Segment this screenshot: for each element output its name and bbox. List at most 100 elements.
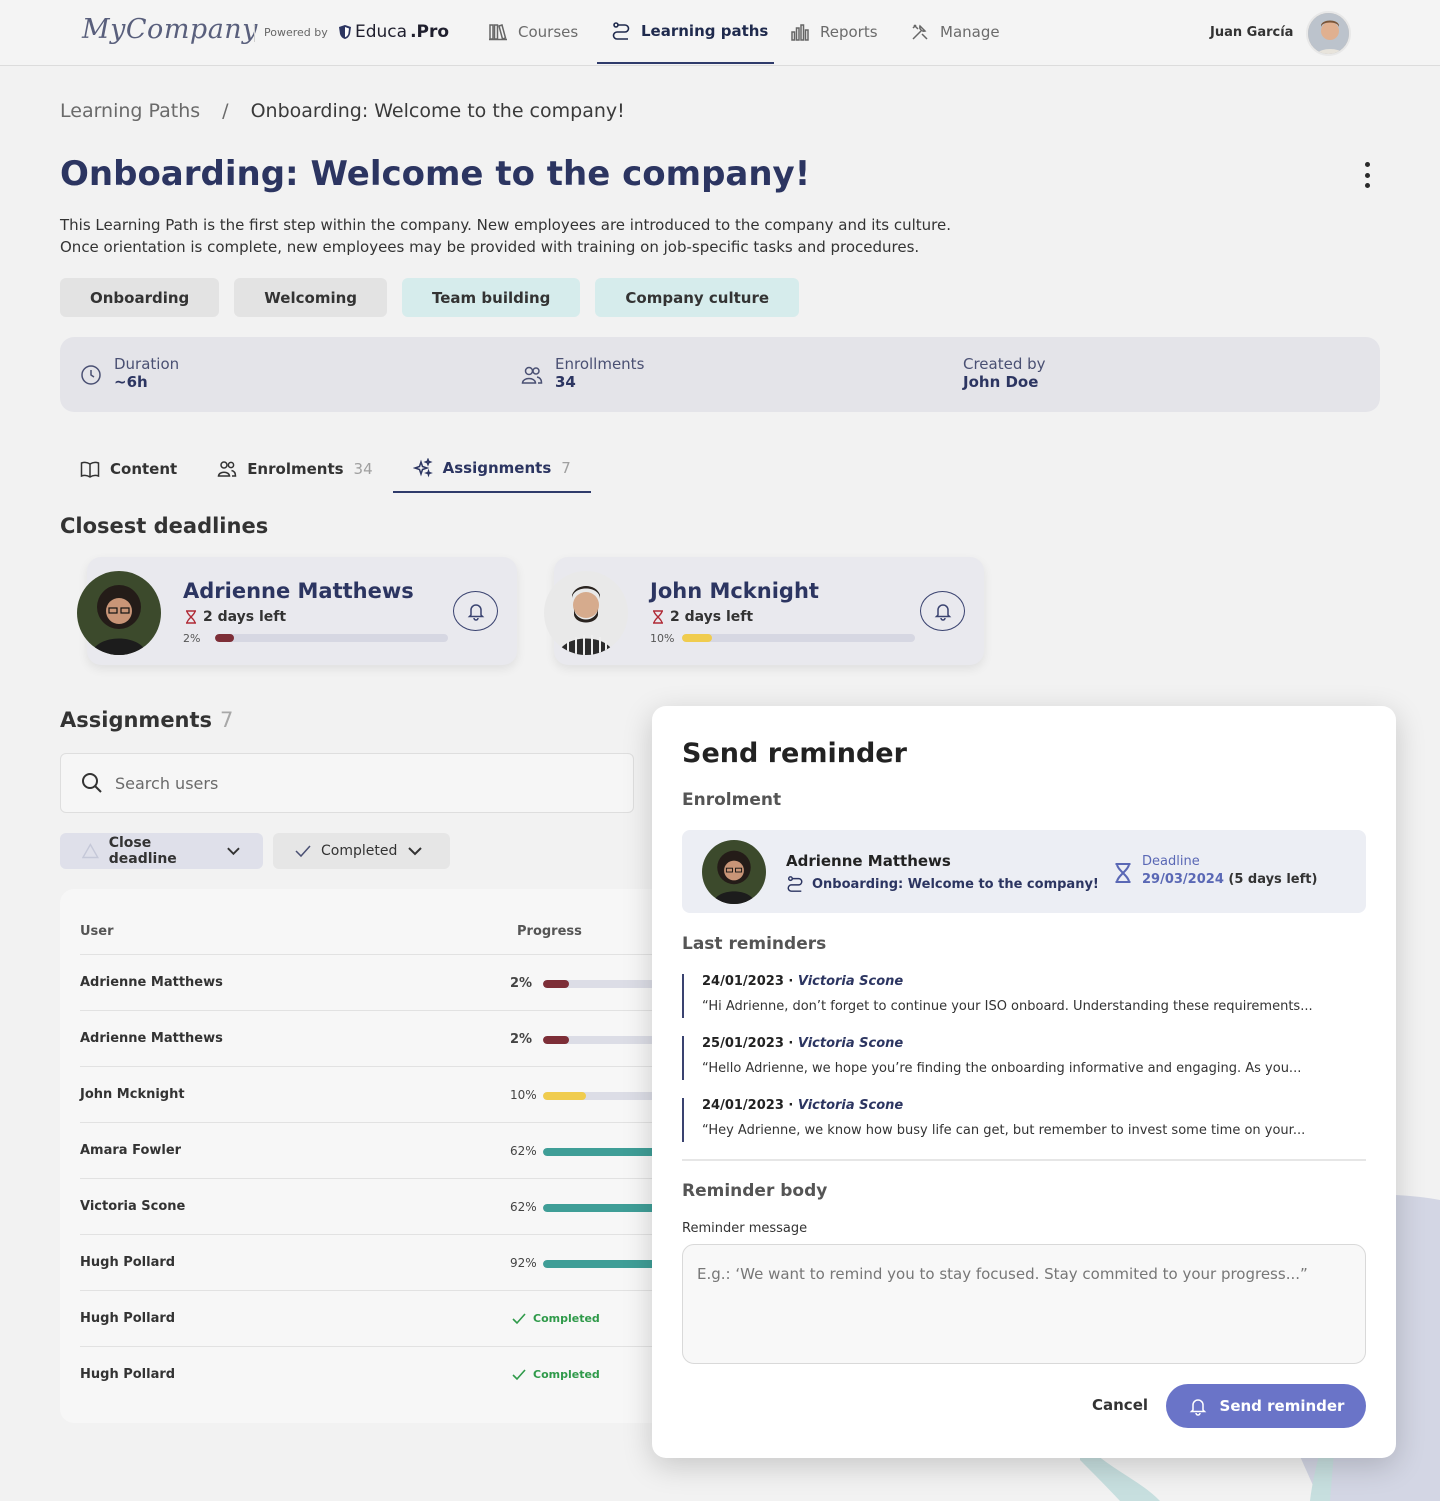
company-logo[interactable]: MyCompany bbox=[82, 14, 258, 45]
page-description: This Learning Path is the first step wit… bbox=[60, 214, 1040, 258]
hourglass-icon bbox=[653, 610, 663, 624]
filter-close-deadline[interactable]: Close deadline bbox=[60, 833, 263, 869]
enrolment-path: Onboarding: Welcome to the company! bbox=[786, 875, 1099, 893]
row-progress-percent: 62% bbox=[510, 1200, 537, 1214]
table-row[interactable]: Hugh Pollard 92% bbox=[80, 1234, 703, 1290]
check-icon bbox=[512, 1368, 526, 1380]
reminder-item: 25/01/2023 · Victoria Scone “Hello Adrie… bbox=[682, 1036, 1366, 1080]
send-reminder-button[interactable] bbox=[920, 591, 965, 631]
filter-completed-label: Completed bbox=[321, 843, 398, 859]
table-row[interactable]: Victoria Scone 62% bbox=[80, 1178, 703, 1234]
last-reminders-title: Last reminders bbox=[682, 934, 827, 954]
tab-assignments[interactable]: Assignments 7 bbox=[392, 445, 591, 493]
nav-reports[interactable]: Reports bbox=[790, 0, 878, 64]
row-user-name: Hugh Pollard bbox=[80, 1311, 176, 1326]
chevron-down-icon bbox=[408, 847, 423, 856]
nav-learning-paths-label: Learning paths bbox=[641, 22, 769, 40]
tag-company-culture[interactable]: Company culture bbox=[595, 278, 800, 317]
reminder-author: Victoria Scone bbox=[797, 1036, 904, 1051]
reminder-item: 24/01/2023 · Victoria Scone “Hey Adrienn… bbox=[682, 1098, 1366, 1142]
days-left-text: 2 days left bbox=[203, 609, 287, 625]
avatar-image-adrienne bbox=[77, 571, 161, 655]
table-row[interactable]: Adrienne Matthews 2% bbox=[80, 1010, 703, 1066]
nav-reports-label: Reports bbox=[820, 23, 878, 41]
table-row[interactable]: Hugh Pollard Completed bbox=[80, 1290, 700, 1346]
column-header-progress[interactable]: Progress bbox=[517, 924, 582, 939]
reminder-message-textarea[interactable]: E.g.: ‘We want to remind you to stay foc… bbox=[682, 1244, 1366, 1364]
row-user-name: Hugh Pollard bbox=[80, 1367, 176, 1382]
description-line-2: Once orientation is complete, new employ… bbox=[60, 238, 920, 256]
nav-courses[interactable]: Courses bbox=[488, 0, 578, 64]
reminder-message: “Hey Adrienne, we know how busy life can… bbox=[702, 1123, 1306, 1138]
bell-icon bbox=[467, 604, 484, 621]
library-icon bbox=[489, 24, 507, 41]
table-row[interactable]: Amara Fowler 62% bbox=[80, 1122, 703, 1178]
user-avatar[interactable] bbox=[1306, 11, 1351, 56]
current-user-name[interactable]: Juan García bbox=[1210, 25, 1293, 40]
content-tabs: Content Enrolments 34 Assignments 7 bbox=[60, 445, 591, 493]
top-navigation-bar: MyCompany Powered by Educa .Pro Courses L… bbox=[0, 0, 1440, 66]
progress-bar-fill bbox=[215, 634, 234, 642]
tag-welcoming[interactable]: Welcoming bbox=[234, 278, 388, 317]
table-row[interactable]: Hugh Pollard Completed bbox=[80, 1346, 700, 1402]
modal-divider bbox=[682, 1159, 1366, 1161]
stat-duration-label: Duration bbox=[114, 355, 180, 373]
progress-percent: 2% bbox=[183, 632, 201, 645]
send-reminder-submit-button[interactable]: Send reminder bbox=[1166, 1384, 1366, 1428]
assignments-table: User Progress Adrienne Matthews 2% Adrienn… bbox=[60, 889, 703, 1423]
sparkles-icon bbox=[412, 458, 433, 478]
shield-icon bbox=[339, 25, 351, 39]
nav-manage[interactable]: Manage bbox=[910, 0, 1000, 64]
tab-content[interactable]: Content bbox=[60, 445, 197, 493]
deadline-user-name[interactable]: John Mcknight bbox=[650, 579, 819, 603]
days-left: 2 days left bbox=[652, 609, 753, 625]
table-row[interactable]: Adrienne Matthews 2% bbox=[80, 954, 703, 1010]
enrolment-summary: Adrienne Matthews Onboarding: Welcome to… bbox=[682, 830, 1366, 913]
row-progress-percent: 10% bbox=[510, 1088, 537, 1102]
days-left: 2 days left bbox=[185, 609, 286, 625]
filter-completed[interactable]: Completed bbox=[273, 833, 450, 869]
row-progress-bar-fill bbox=[543, 980, 569, 988]
table-row[interactable]: John Mcknight 10% bbox=[80, 1066, 703, 1122]
search-users-input[interactable]: Search users bbox=[60, 753, 634, 813]
bell-icon bbox=[934, 604, 951, 621]
hourglass-icon bbox=[186, 610, 196, 624]
brand-name: Educa bbox=[355, 22, 408, 42]
cancel-button[interactable]: Cancel bbox=[1092, 1396, 1148, 1414]
avatar bbox=[702, 840, 766, 904]
filter-close-deadline-label: Close deadline bbox=[108, 835, 177, 867]
assignments-title-text: Assignments bbox=[60, 708, 213, 732]
more-options-icon[interactable] bbox=[1358, 162, 1376, 188]
search-icon bbox=[82, 773, 102, 793]
reminder-item: 24/01/2023 · Victoria Scone “Hi Adrienne… bbox=[682, 974, 1366, 1018]
tab-enrolments[interactable]: Enrolments 34 bbox=[197, 445, 392, 493]
route-icon bbox=[612, 22, 630, 40]
reminder-author: Victoria Scone bbox=[797, 974, 904, 989]
clock-icon bbox=[81, 365, 101, 385]
progress-bar bbox=[682, 634, 915, 642]
row-user-name: Hugh Pollard bbox=[80, 1255, 176, 1270]
stat-enrollments-label: Enrollments bbox=[555, 355, 645, 373]
reminder-date: 24/01/2023 bbox=[702, 974, 784, 989]
send-reminder-button[interactable] bbox=[453, 591, 498, 631]
enrolment-path-name: Onboarding: Welcome to the company! bbox=[812, 876, 1099, 892]
route-icon bbox=[787, 876, 803, 892]
deadline-user-name[interactable]: Adrienne Matthews bbox=[183, 579, 414, 603]
row-progress-bar-fill bbox=[543, 1036, 569, 1044]
nav-learning-paths[interactable]: Learning paths bbox=[597, 0, 774, 64]
stat-duration-value: ~6h bbox=[114, 373, 148, 391]
tag-team-building[interactable]: Team building bbox=[402, 278, 581, 317]
users-icon bbox=[217, 461, 237, 477]
deadline-date: 29/03/2024 bbox=[1142, 872, 1224, 887]
reminder-author: Victoria Scone bbox=[797, 1098, 904, 1113]
column-header-user[interactable]: User bbox=[80, 924, 114, 939]
breadcrumb-learning-paths[interactable]: Learning Paths bbox=[60, 100, 200, 122]
reminder-date: 24/01/2023 bbox=[702, 1098, 784, 1113]
tag-onboarding[interactable]: Onboarding bbox=[60, 278, 220, 317]
row-progress-percent: 62% bbox=[510, 1144, 537, 1158]
progress-bar-fill bbox=[682, 634, 713, 642]
search-placeholder: Search users bbox=[115, 773, 219, 793]
deadline-card: Adrienne Matthews 2 days left 2% bbox=[77, 557, 517, 665]
nav-courses-label: Courses bbox=[518, 23, 579, 41]
modal-title: Send reminder bbox=[682, 738, 907, 769]
